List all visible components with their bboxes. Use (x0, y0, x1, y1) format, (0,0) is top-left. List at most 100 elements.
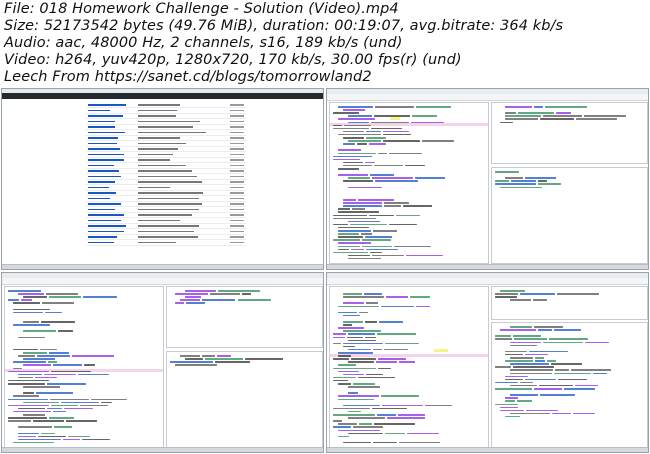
file-name-link[interactable] (88, 175, 122, 178)
repo-file-row[interactable] (86, 241, 246, 246)
file-name-link[interactable] (88, 236, 118, 238)
file-name-link[interactable] (88, 120, 115, 123)
file-name-link[interactable] (88, 219, 122, 222)
code-text-line (343, 164, 373, 167)
repo-file-row[interactable] (86, 235, 246, 240)
code-text-line (8, 299, 19, 301)
file-name-link[interactable] (88, 192, 117, 194)
repo-file-row[interactable] (86, 120, 246, 125)
code-text-line (384, 202, 410, 204)
code-text-line (372, 441, 398, 444)
repo-file-row[interactable] (86, 114, 246, 119)
code-text-line (343, 345, 356, 348)
file-name-link[interactable] (88, 186, 109, 189)
code-text-line (510, 299, 532, 301)
file-name-link[interactable] (88, 230, 125, 233)
code-text-line (338, 435, 350, 438)
file-name-link[interactable] (88, 241, 114, 244)
code-text-line (343, 130, 364, 133)
code-text-line (23, 352, 47, 354)
repo-file-row[interactable] (86, 219, 246, 224)
file-name-link[interactable] (88, 115, 124, 117)
code-text-line (13, 308, 51, 311)
commit-message (138, 186, 171, 189)
file-name-link[interactable] (88, 181, 116, 183)
code-text-line (48, 296, 82, 298)
code-text-line (372, 254, 405, 257)
repo-file-row[interactable] (86, 186, 246, 191)
code-text-line (495, 335, 512, 337)
code-text-line (205, 358, 243, 360)
code-text-line (495, 180, 509, 182)
code-text-line (216, 355, 232, 357)
file-name-link[interactable] (88, 126, 115, 128)
repo-file-row[interactable] (86, 136, 246, 141)
file-name-link[interactable] (88, 208, 116, 211)
code-text-line (185, 302, 205, 304)
code-text-line (570, 369, 612, 371)
code-text-line (338, 211, 379, 213)
code-text-line (333, 379, 349, 382)
console-panel (166, 351, 323, 448)
repo-file-row[interactable] (86, 158, 246, 163)
repo-file-row[interactable] (86, 109, 246, 114)
repo-file-row[interactable] (86, 191, 246, 196)
code-text-line (348, 361, 374, 363)
repo-file-row[interactable] (86, 208, 246, 213)
repo-file-row[interactable] (86, 213, 246, 218)
file-name-link[interactable] (88, 104, 127, 106)
commit-age (230, 230, 244, 233)
file-name-link[interactable] (88, 197, 110, 200)
repo-file-row[interactable] (86, 197, 246, 202)
repo-file-row[interactable] (86, 164, 246, 169)
commit-message (138, 170, 192, 172)
file-name-link[interactable] (88, 109, 111, 112)
file-name-link[interactable] (88, 164, 115, 167)
code-text-line (18, 426, 52, 428)
file-name-link[interactable] (88, 137, 119, 139)
code-text-line (513, 338, 547, 340)
commit-message (138, 230, 194, 233)
repo-file-row[interactable] (86, 153, 246, 158)
code-text-line (185, 296, 202, 298)
repo-file-row[interactable] (86, 147, 246, 152)
code-text-line (333, 358, 349, 360)
file-name-link[interactable] (88, 159, 124, 161)
file-name-link[interactable] (88, 203, 121, 205)
repo-file-row[interactable] (86, 230, 246, 235)
commit-message (138, 208, 199, 211)
file-name-link[interactable] (88, 153, 125, 156)
file-name-link[interactable] (88, 148, 120, 150)
code-text-line (382, 404, 424, 407)
code-text-line (373, 348, 382, 351)
repo-file-row[interactable] (86, 175, 246, 180)
code-text-line (556, 293, 599, 295)
code-text-line (554, 369, 569, 371)
file-name-link[interactable] (88, 131, 125, 134)
commit-age (230, 186, 244, 189)
code-text-line (338, 370, 360, 373)
code-text-line (338, 248, 350, 251)
repo-file-row[interactable] (86, 224, 246, 229)
code-text-line (524, 353, 548, 356)
code-text-line (48, 361, 58, 363)
repo-file-row[interactable] (86, 131, 246, 136)
code-text-line (364, 336, 377, 339)
file-name-link[interactable] (88, 225, 126, 227)
code-text-line (23, 330, 56, 332)
code-text-line (538, 183, 562, 185)
repo-file-row[interactable] (86, 103, 246, 108)
code-text-line (554, 329, 582, 331)
repo-file-row[interactable] (86, 125, 246, 130)
repo-file-row[interactable] (86, 180, 246, 185)
repo-file-row[interactable] (86, 169, 246, 174)
code-text-line (338, 230, 372, 232)
thumbnail-ide-2 (1, 272, 324, 453)
repo-file-row[interactable] (86, 142, 246, 147)
file-explorer-panel (166, 286, 323, 348)
file-name-link[interactable] (88, 214, 124, 216)
repo-file-row[interactable] (86, 202, 246, 207)
file-name-link[interactable] (88, 170, 119, 172)
code-text-line (244, 358, 284, 360)
file-name-link[interactable] (88, 142, 118, 145)
